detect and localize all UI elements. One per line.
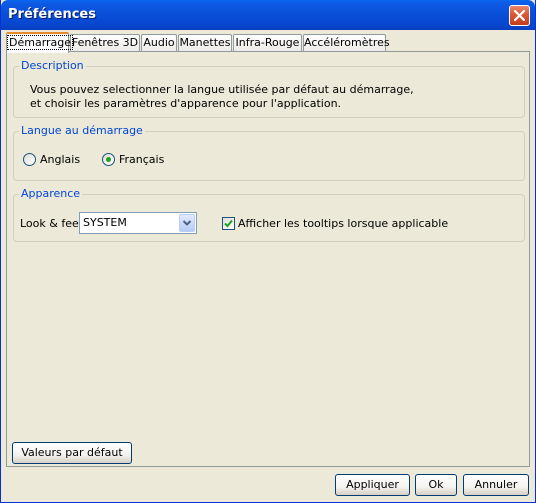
language-group: Langue au démarrage Anglais Français <box>13 124 525 181</box>
close-icon <box>514 10 525 21</box>
look-and-feel-value: SYSTEM <box>83 216 127 229</box>
radio-francais[interactable] <box>102 153 115 166</box>
tab-manettes[interactable]: Manettes <box>178 34 232 51</box>
tooltips-label[interactable]: Afficher les tooltips lorsque applicable <box>238 217 448 230</box>
radio-anglais-label[interactable]: Anglais <box>40 153 80 166</box>
defaults-button[interactable]: Valeurs par défaut <box>12 442 132 464</box>
tab-audio[interactable]: Audio <box>141 34 177 51</box>
ok-button[interactable]: Ok <box>415 474 457 496</box>
appearance-group: Apparence Look & feel SYSTEM Afficher le… <box>13 187 525 242</box>
radio-francais-label[interactable]: Français <box>119 153 164 166</box>
window-title: Préférences <box>8 7 96 22</box>
tab-fenetres-3d[interactable]: Fenêtres 3D <box>70 34 140 51</box>
tab-panel-demarrage: Description Vous pouvez selectionner la … <box>6 51 530 467</box>
tab-infra-rouge[interactable]: Infra-Rouge <box>233 34 302 51</box>
look-and-feel-select[interactable]: SYSTEM <box>79 212 197 234</box>
radio-anglais[interactable] <box>23 153 36 166</box>
apply-button[interactable]: Appliquer <box>335 474 410 496</box>
description-group: Description Vous pouvez selectionner la … <box>13 59 525 118</box>
description-title: Description <box>19 59 86 72</box>
tab-demarrage[interactable]: Démarrage <box>6 32 74 53</box>
radio-selected-dot <box>106 157 111 162</box>
tab-label: Démarrage <box>7 35 74 50</box>
tab-label: Accéléromètres <box>304 36 390 49</box>
description-line-1: Vous pouvez selectionner la langue utili… <box>30 83 414 96</box>
tab-label: Audio <box>143 36 175 49</box>
tab-label: Manettes <box>179 36 231 49</box>
appearance-title: Apparence <box>19 187 83 200</box>
description-line-2: et choisir les paramètres d'apparence po… <box>30 97 342 110</box>
look-and-feel-label: Look & feel <box>20 217 82 230</box>
tab-label: Fenêtres 3D <box>71 36 139 49</box>
dropdown-button[interactable] <box>179 214 195 232</box>
preferences-window: Préférences Démarrage Fenêtres 3D Audio … <box>0 0 536 503</box>
language-title: Langue au démarrage <box>19 124 145 137</box>
tab-accelerometres[interactable]: Accéléromètres <box>303 34 390 51</box>
close-button[interactable] <box>509 5 530 26</box>
cancel-button[interactable]: Annuler <box>463 474 529 496</box>
chevron-down-icon <box>182 220 192 226</box>
tab-label: Infra-Rouge <box>235 36 300 49</box>
tooltips-checkbox[interactable] <box>222 217 235 230</box>
title-bar[interactable]: Préférences <box>1 0 535 30</box>
check-icon <box>224 219 233 228</box>
